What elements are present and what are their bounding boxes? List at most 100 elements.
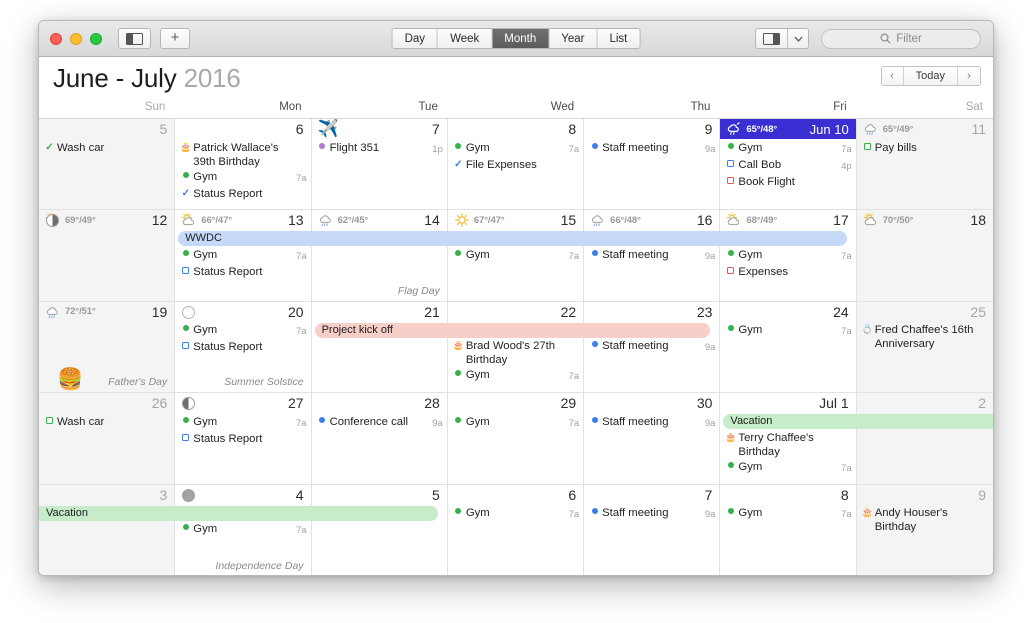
multi-day-event-banner[interactable]: WWDC [178,231,847,247]
day-cell[interactable]: 7 Staff meeting 9a [584,484,721,575]
calendar-event[interactable]: Staff meeting 9a [589,414,715,431]
view-mode-month[interactable]: Month [492,29,550,48]
calendar-event[interactable]: Gym 7a [180,323,307,340]
next-month-button[interactable]: › [958,67,980,85]
view-mode-segmented-control[interactable]: Day Week Month Year List [391,28,641,49]
day-cell[interactable]: 7 ✈️ Flight 351 1p [311,119,448,211]
day-cell[interactable]: 67°/47° 15 Gym 7a [447,210,585,302]
todo-checkbox-icon[interactable] [182,433,190,441]
calendar-view-button[interactable] [756,29,788,48]
calendar-event[interactable]: Gym 7a [725,140,852,157]
todo-checkbox-icon[interactable] [727,176,735,184]
todo-checkbox-icon[interactable] [182,266,190,274]
day-cell[interactable]: 26 Wash car [39,393,176,485]
calendar-event[interactable]: Gym 7a [180,247,307,264]
close-button[interactable] [50,32,62,45]
todo-checkbox-icon[interactable] [727,266,735,274]
calendar-event[interactable]: Gym 7a [180,414,307,431]
calendar-event[interactable]: ✓ Wash car [44,140,170,155]
calendar-event[interactable]: 🎂 Terry Chaffee's Birthday [725,430,851,459]
multi-day-event-banner[interactable]: Vacation [723,414,993,430]
day-cell[interactable]: 62°/45° 14 Flag Day [311,210,448,302]
day-cell[interactable]: 5 [312,484,448,575]
day-cell[interactable]: 21 [311,301,448,394]
view-mode-list[interactable]: List [597,29,640,48]
day-cell[interactable]: 8 Gym 7a ✓ File Expenses [447,119,585,211]
day-cell[interactable]: 65°/49° 11 Pay bills [856,119,993,211]
sidebar-toggle-button[interactable] [118,28,151,49]
day-cell[interactable]: 66°/48° 16 Staff meeting 9a [584,210,721,302]
todo-checked-icon[interactable]: ✓ [182,188,190,199]
day-cell[interactable]: 68°/49° 17 Gym 7a Expenses [720,210,857,302]
calendar-event[interactable]: 🎂 Brad Wood's 27th Birthday [453,339,579,368]
calendar-event[interactable]: 💍 Fred Chaffee's 16th Anniversary [862,323,989,352]
calendar-event[interactable]: Gym 7a [725,459,852,476]
day-cell[interactable]: 28 Conference call 9a [311,393,448,485]
calendar-event[interactable]: 🎂 Patrick Wallace's 39th Birthday [180,140,306,169]
todo-checkbox-icon[interactable] [863,142,871,150]
todo-checkbox-icon[interactable] [46,416,53,424]
calendar-event[interactable]: Gym 7a [180,522,307,539]
day-cell[interactable]: 9 Staff meeting 9a [584,119,721,211]
search-input[interactable]: Filter [821,28,981,49]
view-mode-year[interactable]: Year [549,29,598,48]
calendar-event[interactable]: Wash car [44,414,170,429]
day-cell[interactable]: 20 Gym 7a Status Report Summer Solstice [175,301,312,394]
calendar-view-group[interactable] [755,28,809,49]
calendar-event[interactable]: Gym 7a [725,247,852,264]
day-cell[interactable]: 29 Gym 7a [447,393,585,485]
today-button[interactable]: Today [903,67,958,85]
calendar-event[interactable]: 🎂 Andy Houser's Birthday [862,506,989,535]
calendar-event[interactable]: Gym 7a [453,368,579,385]
day-cell[interactable]: 72°/51° 19 🍔 Father's Day [39,301,176,394]
calendar-event[interactable]: Status Report [180,264,306,279]
day-cell[interactable]: 65°/48° Jun 10 Gym 7a Call Bob 4p Book Flight [720,119,857,211]
day-cell[interactable]: 24 Gym 7a [720,301,857,394]
minimize-button[interactable] [70,32,82,45]
day-cell[interactable]: 70°/50° 18 [856,210,993,302]
day-cell[interactable]: Jul 1 🎂 Terry Chaffee's Birthday Gym 7a [720,393,857,485]
calendar-event[interactable]: Gym 7a [180,169,307,186]
view-options-dropdown[interactable] [788,29,808,48]
calendar-event[interactable]: Flight 351 1p [317,140,443,157]
calendar-event[interactable]: Status Report [180,431,306,446]
todo-checkbox-icon[interactable] [182,342,190,350]
day-cell[interactable]: 23 Staff meeting 9a [584,301,721,394]
day-cell[interactable]: 6 Gym 7a [448,484,585,575]
zoom-button[interactable] [90,32,102,45]
multi-day-event-banner[interactable]: Project kick off [314,322,711,338]
calendar-event[interactable]: Gym 7a [453,140,579,157]
calendar-event[interactable]: Gym 7a [725,506,852,523]
day-cell[interactable]: 9 🎂 Andy Houser's Birthday [856,484,993,575]
day-cell[interactable]: 27 Gym 7a Status Report [175,393,312,485]
day-cell[interactable]: 66°/47° 13 Gym 7a Status Report [175,210,312,302]
day-cell[interactable]: 3 [39,484,176,575]
calendar-event[interactable]: ✓ File Expenses [453,157,579,172]
calendar-event[interactable]: Book Flight [725,174,851,189]
day-cell[interactable]: 8 Gym 7a [720,484,857,575]
day-cell[interactable]: 25 💍 Fred Chaffee's 16th Anniversary [856,301,993,394]
day-cell[interactable]: 6 🎂 Patrick Wallace's 39th Birthday Gym 7a ✓ S… [175,119,312,211]
todo-checked-icon[interactable]: ✓ [45,142,53,153]
calendar-event[interactable]: Pay bills [862,140,989,155]
day-cell[interactable]: 30 Staff meeting 9a [584,393,721,485]
calendar-event[interactable]: Staff meeting 9a [589,247,715,264]
calendar-event[interactable]: Staff meeting 9a [589,339,715,356]
view-mode-day[interactable]: Day [392,29,439,48]
calendar-event[interactable]: Gym 7a [453,506,579,523]
calendar-event[interactable]: ✓ Status Report [180,186,306,201]
todo-checked-icon[interactable]: ✓ [454,159,462,170]
day-cell[interactable]: 22 🎂 Brad Wood's 27th Birthday Gym 7a [447,301,585,394]
add-event-button[interactable]: + [160,28,190,49]
day-cell[interactable]: 4 Gym 7a Independence Day [175,484,312,575]
calendar-event[interactable]: Expenses [725,264,851,279]
calendar-event[interactable]: Gym 7a [725,323,852,340]
multi-day-event-banner[interactable]: Vacation [39,505,438,521]
day-cell[interactable]: 5 ✓ Wash car [39,119,176,211]
calendar-event[interactable]: Staff meeting 9a [589,140,715,157]
view-mode-week[interactable]: Week [438,29,493,48]
calendar-event[interactable]: Staff meeting 9a [589,506,715,523]
calendar-event[interactable]: Gym 7a [453,247,579,264]
todo-checkbox-icon[interactable] [727,159,735,167]
calendar-event[interactable]: Status Report [180,340,306,355]
